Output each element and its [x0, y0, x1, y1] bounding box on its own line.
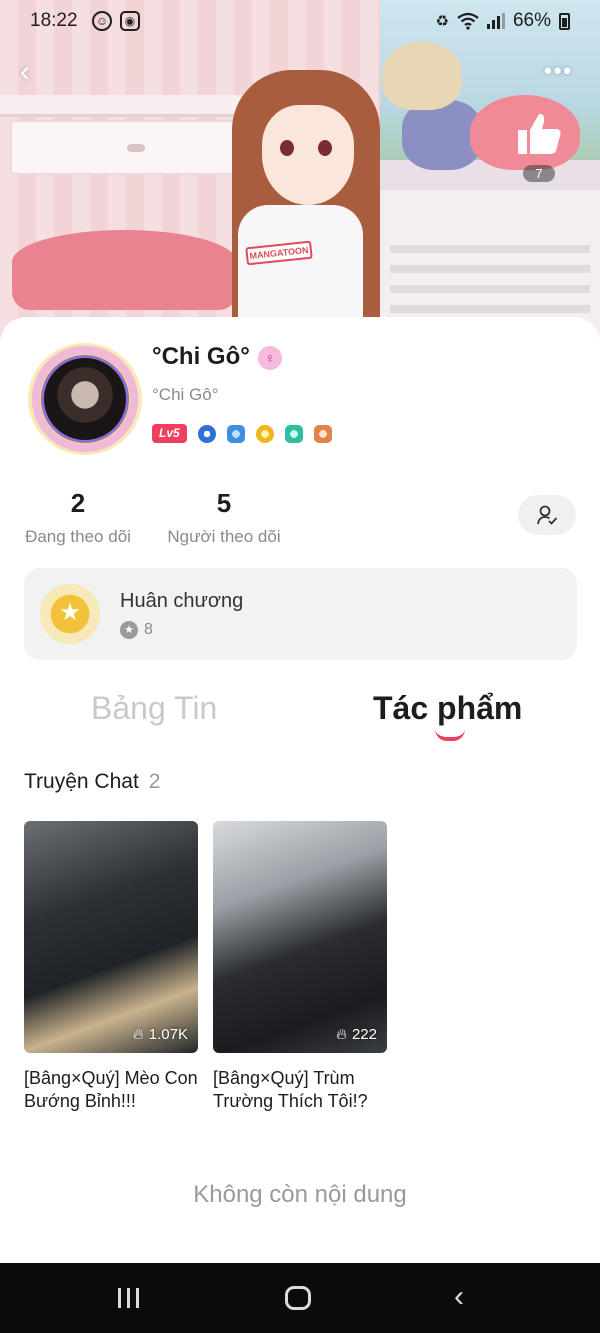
- status-time: 18:22: [30, 10, 78, 31]
- work-title: [Bâng×Quý] Trùm Trường Thích Tôi!?: [213, 1068, 368, 1111]
- tab-feed[interactable]: Bảng Tin: [91, 690, 217, 727]
- profile-subtitle: °Chi Gô°: [152, 385, 219, 404]
- recycle-icon: ♻: [435, 13, 449, 30]
- section-count: 2: [148, 770, 161, 793]
- drop-badge-icon[interactable]: [197, 424, 216, 443]
- profile-banner: MANGATOON: [0, 0, 600, 345]
- banner-character-face: [262, 105, 354, 205]
- more-icon: •••: [544, 58, 574, 83]
- work-views: 🔥︎ 222: [336, 1026, 377, 1043]
- work-cover: 🔥︎ 222: [213, 821, 387, 1053]
- medals-title: Huân chương: [120, 590, 244, 612]
- work-views-value: 222: [351, 1026, 377, 1043]
- work-title: [Bâng×Quý] Mèo Con Bướng Bỉnh!!!: [24, 1068, 198, 1111]
- following-count: 2: [70, 488, 86, 518]
- level-badge[interactable]: Lv5: [152, 424, 187, 443]
- no-more-content: Không còn nội dung: [193, 1181, 407, 1208]
- flame-icon: 🔥︎: [335, 1026, 347, 1043]
- shield-badge-icon[interactable]: [226, 424, 245, 443]
- avatar[interactable]: [28, 343, 142, 455]
- hex-badge-icon[interactable]: [313, 424, 332, 443]
- chevron-left-icon: ‹: [20, 55, 30, 88]
- badge-row: Lv5: [152, 424, 332, 443]
- avatar-image: [41, 355, 129, 443]
- back-button[interactable]: ‹: [20, 56, 52, 88]
- medals-card[interactable]: Huân chương ★ 8: [24, 568, 577, 660]
- medals-count: ★ 8: [120, 621, 153, 639]
- wifi-icon: [457, 12, 479, 30]
- gem-badge-icon[interactable]: [284, 424, 303, 443]
- follow-button[interactable]: [518, 495, 576, 535]
- smiley-icon: ☺: [92, 11, 112, 31]
- banner-drawer: [10, 120, 260, 175]
- work-cover: 🔥︎ 1.07K: [24, 821, 198, 1053]
- star-badge-icon[interactable]: [255, 424, 274, 443]
- banner-character-eye: [318, 140, 332, 156]
- female-icon: ♀: [258, 346, 282, 370]
- following-stat[interactable]: 2 Đang theo dõi: [22, 488, 134, 547]
- recent-apps-button[interactable]: [118, 1288, 139, 1308]
- banner-stool: [12, 230, 237, 310]
- followers-count: 5: [216, 488, 232, 518]
- flame-icon: 🔥︎: [132, 1026, 144, 1043]
- work-views-value: 1.07K: [148, 1026, 188, 1043]
- section-title: Truyện Chat 2: [24, 770, 160, 794]
- following-label: Đang theo dõi: [25, 527, 131, 546]
- profile-name: °Chi Gô°: [152, 343, 250, 370]
- camera-icon: ◉: [120, 11, 140, 31]
- more-button[interactable]: •••: [544, 58, 573, 84]
- signal-icon: [486, 13, 505, 29]
- home-button[interactable]: [285, 1286, 311, 1310]
- tab-works[interactable]: Tác phẩm: [373, 690, 522, 727]
- battery-percent: 66%: [512, 10, 551, 31]
- user-check-icon: [537, 505, 558, 525]
- banner-bear: [382, 42, 462, 110]
- work-card[interactable]: 🔥︎ 1.07K [Bâng×Quý] Mèo Con Bướng Bỉnh!!…: [24, 821, 198, 1113]
- work-card[interactable]: 🔥︎ 222 [Bâng×Quý] Trùm Trường Thích Tôi!…: [213, 821, 387, 1113]
- banner-character-eye: [280, 140, 294, 156]
- work-views: 🔥︎ 1.07K: [133, 1026, 188, 1043]
- followers-label: Người theo dõi: [167, 527, 281, 546]
- like-button[interactable]: 7: [512, 110, 566, 182]
- system-back-button[interactable]: ‹: [454, 1280, 464, 1314]
- like-count: 7: [523, 165, 555, 182]
- medal-icon: [40, 584, 100, 644]
- system-nav-bar: ‹: [0, 1263, 600, 1333]
- section-title-label: Truyện Chat: [24, 770, 139, 793]
- followers-stat[interactable]: 5 Người theo dõi: [164, 488, 284, 547]
- medals-count-value: 8: [144, 621, 153, 638]
- battery-icon: [559, 12, 570, 30]
- star-circle-icon: ★: [120, 621, 138, 639]
- status-bar: 18:22 ☺ ◉ ♻ 66%: [0, 0, 600, 42]
- thumbs-up-icon: [518, 113, 561, 154]
